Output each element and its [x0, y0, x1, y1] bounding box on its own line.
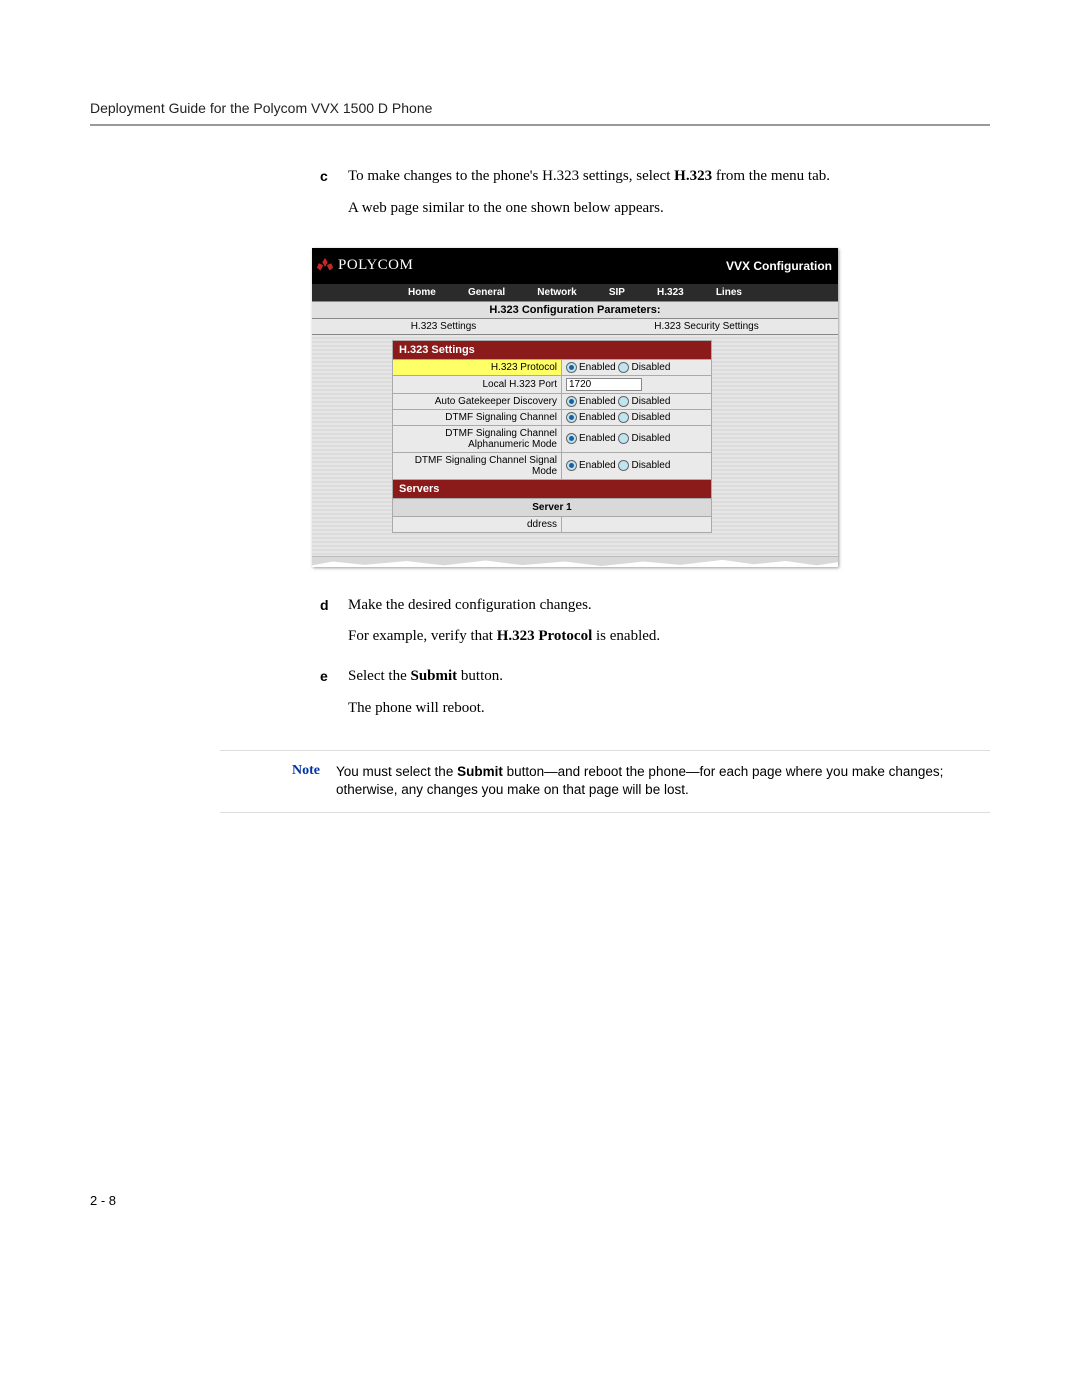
step-d-p2a: For example, verify that	[348, 628, 497, 644]
step-c: c To make changes to the phone's H.323 s…	[320, 166, 990, 230]
opt-enabled4: Enabled	[579, 433, 616, 444]
radio-dtmfs-disabled[interactable]	[618, 460, 629, 471]
step-letter-e: e	[320, 666, 348, 730]
row-dtmf-signal: DTMF Signaling Channel Signal Mode Enabl…	[393, 452, 712, 479]
row-gatekeeper: Auto Gatekeeper Discovery Enabled Disabl…	[393, 393, 712, 409]
scr-topbar: POLYCOM VVX Configuration	[312, 248, 838, 284]
radio-dtmfs-enabled[interactable]	[566, 460, 577, 471]
step-d-p2: For example, verify that H.323 Protocol …	[348, 626, 990, 648]
row-cutoff: ddress	[393, 516, 712, 532]
radio-protocol-disabled[interactable]	[618, 362, 629, 373]
params-title: H.323 Configuration Parameters:	[312, 301, 838, 319]
radio-gk-enabled[interactable]	[566, 396, 577, 407]
note-text-a: You must select the	[336, 764, 457, 779]
opt-disabled: Disabled	[631, 362, 670, 373]
radio-protocol-enabled[interactable]	[566, 362, 577, 373]
subtab-settings[interactable]: H.323 Settings	[312, 319, 575, 334]
polycom-logo-icon	[316, 257, 334, 275]
opt-enabled5: Enabled	[579, 460, 616, 471]
step-c-p1a: To make changes to the phone's H.323 set…	[348, 168, 674, 184]
header-rule	[90, 124, 990, 126]
lbl-gatekeeper: Auto Gatekeeper Discovery	[393, 393, 562, 409]
row-port: Local H.323 Port	[393, 375, 712, 393]
lbl-protocol: H.323 Protocol	[393, 359, 562, 375]
step-letter-d: d	[320, 595, 348, 659]
menu-lines[interactable]: Lines	[716, 287, 742, 298]
step-e-p2: The phone will reboot.	[348, 698, 990, 720]
step-c-p1: To make changes to the phone's H.323 set…	[348, 166, 990, 188]
opt-enabled: Enabled	[579, 362, 616, 373]
step-d: d Make the desired configuration changes…	[320, 595, 990, 659]
note-label: Note	[220, 763, 336, 801]
note-body: You must select the Submit button—and re…	[336, 763, 990, 801]
lbl-cutoff: ddress	[393, 516, 562, 532]
lbl-dtmf: DTMF Signaling Channel	[393, 409, 562, 425]
opt-disabled5: Disabled	[631, 460, 670, 471]
step-c-p2: A web page similar to the one shown belo…	[348, 198, 990, 220]
note-text-b: Submit	[457, 764, 503, 779]
opt-disabled3: Disabled	[631, 412, 670, 423]
step-letter-c: c	[320, 166, 348, 230]
radio-dtmf-enabled[interactable]	[566, 412, 577, 423]
step-e-p1a: Select the	[348, 668, 410, 684]
scr-body: H.323 Settings H.323 Protocol Enabled Di…	[312, 335, 838, 556]
lbl-port: Local H.323 Port	[393, 375, 562, 393]
menu-network[interactable]: Network	[537, 287, 576, 298]
step-c-p1b: H.323	[674, 168, 712, 184]
opt-disabled2: Disabled	[631, 396, 670, 407]
page-number: 2 - 8	[90, 1193, 990, 1208]
opt-enabled3: Enabled	[579, 412, 616, 423]
row-protocol: H.323 Protocol Enabled Disabled	[393, 359, 712, 375]
config-screenshot: POLYCOM VVX Configuration Home General N…	[312, 248, 838, 567]
step-d-p2c: is enabled.	[592, 628, 660, 644]
subtabs: H.323 Settings H.323 Security Settings	[312, 319, 838, 335]
input-port[interactable]	[566, 378, 642, 391]
step-d-p1: Make the desired configuration changes.	[348, 595, 990, 617]
menu-h323[interactable]: H.323	[657, 287, 684, 298]
radio-dtmfa-disabled[interactable]	[618, 433, 629, 444]
server1-title: Server 1	[393, 498, 712, 516]
note-block: Note You must select the Submit button—a…	[220, 750, 990, 814]
radio-gk-disabled[interactable]	[618, 396, 629, 407]
step-e-p1: Select the Submit button.	[348, 666, 990, 688]
subtab-security[interactable]: H.323 Security Settings	[575, 319, 838, 334]
doc-header: Deployment Guide for the Polycom VVX 150…	[90, 100, 990, 124]
settings-table: H.323 Settings H.323 Protocol Enabled Di…	[392, 340, 712, 533]
polycom-logo-text: POLYCOM	[338, 257, 413, 274]
lbl-dtmf-alpha: DTMF Signaling Channel Alphanumeric Mode	[393, 425, 562, 452]
torn-edge	[312, 556, 838, 567]
section-servers: Servers	[393, 479, 712, 498]
step-e: e Select the Submit button. The phone wi…	[320, 666, 990, 730]
menu-home[interactable]: Home	[408, 287, 436, 298]
step-d-p2b: H.323 Protocol	[497, 628, 593, 644]
scr-title: VVX Configuration	[726, 259, 832, 273]
step-c-p1c: from the menu tab.	[712, 168, 830, 184]
radio-dtmf-disabled[interactable]	[618, 412, 629, 423]
opt-disabled4: Disabled	[631, 433, 670, 444]
row-dtmf-alpha: DTMF Signaling Channel Alphanumeric Mode…	[393, 425, 712, 452]
lbl-dtmf-signal: DTMF Signaling Channel Signal Mode	[393, 452, 562, 479]
section-settings: H.323 Settings	[393, 340, 712, 359]
menu-sip[interactable]: SIP	[609, 287, 625, 298]
opt-enabled2: Enabled	[579, 396, 616, 407]
row-dtmf: DTMF Signaling Channel Enabled Disabled	[393, 409, 712, 425]
scr-menu: Home General Network SIP H.323 Lines	[312, 284, 838, 301]
menu-general[interactable]: General	[468, 287, 505, 298]
radio-dtmfa-enabled[interactable]	[566, 433, 577, 444]
step-e-p1c: button.	[457, 668, 503, 684]
step-e-p1b: Submit	[410, 668, 457, 684]
